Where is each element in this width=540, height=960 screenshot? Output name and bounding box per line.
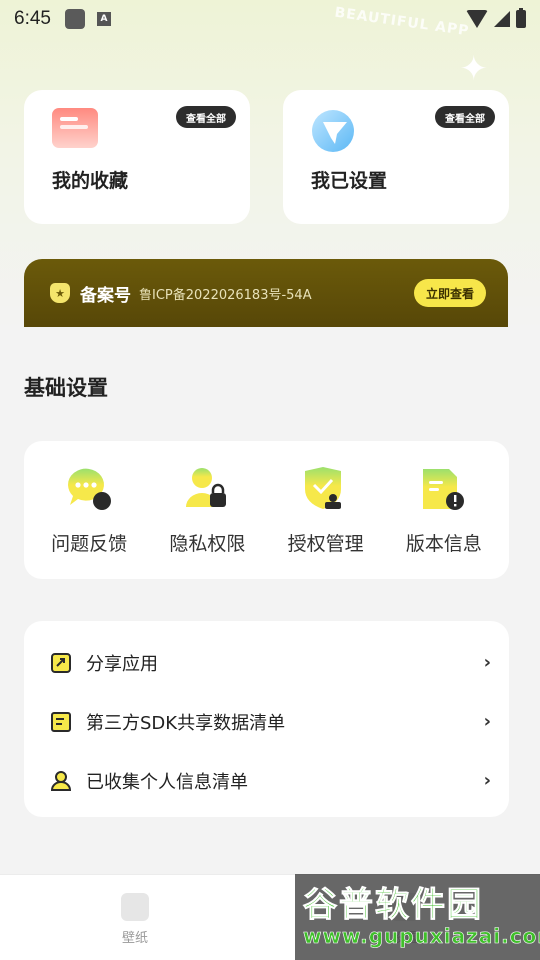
icp-banner[interactable]: ★ 备案号 鲁ICP备2022026183号-54A 立即查看: [24, 259, 508, 327]
feedback-label: 问题反馈: [51, 532, 128, 555]
view-all-settings-button[interactable]: 查看全部: [435, 106, 495, 128]
basic-settings-title: 基础设置: [24, 376, 108, 400]
folder-icon: [52, 108, 102, 154]
status-time: 6:45: [14, 8, 51, 29]
my-favorites-card[interactable]: 我的收藏 查看全部: [24, 90, 250, 224]
list-item-share[interactable]: 分享应用 ›: [24, 633, 509, 692]
list-item-label: 第三方SDK共享数据清单: [86, 712, 286, 734]
site-url: www.gupuxiazai.com: [303, 924, 540, 949]
user-lock-icon: [182, 465, 232, 515]
list-item-personal-info[interactable]: 已收集个人信息清单 ›: [24, 751, 509, 810]
battery-icon: [516, 8, 526, 28]
chat-icon: [64, 465, 114, 515]
privacy-label: 隐私权限: [169, 532, 246, 555]
my-settings-label: 我已设置: [311, 170, 388, 192]
list-doc-icon: [50, 711, 72, 733]
nav-wallpaper-label: 壁纸: [121, 931, 148, 946]
my-favorites-label: 我的收藏: [52, 170, 129, 192]
list-item-label: 分享应用: [86, 653, 158, 675]
list-item-sdk[interactable]: 第三方SDK共享数据清单 ›: [24, 692, 509, 751]
shield-stamp-icon: [301, 465, 351, 515]
signal-icon: [494, 11, 510, 27]
sparkle-icon: ✦: [459, 49, 489, 89]
notification-icon: [64, 9, 85, 29]
document-alert-icon: [419, 465, 469, 515]
view-now-button[interactable]: 立即查看: [413, 279, 486, 307]
version-label: 版本信息: [405, 532, 482, 555]
status-bar: 6:45 A: [0, 0, 540, 38]
settings-list: 分享应用 › 第三方SDK共享数据清单 › 已收集个人信息清单 ›: [24, 621, 509, 817]
version-item[interactable]: 版本信息: [388, 465, 500, 556]
chevron-right-icon: ›: [483, 770, 491, 791]
chevron-right-icon: ›: [483, 652, 491, 673]
privacy-item[interactable]: 隐私权限: [151, 465, 263, 556]
authorization-item[interactable]: 授权管理: [270, 465, 382, 556]
icp-number: 鲁ICP备2022026183号-54A: [139, 287, 312, 303]
keyboard-icon: A: [96, 12, 111, 26]
wifi-icon: [466, 10, 488, 28]
authorization-label: 授权管理: [287, 532, 364, 555]
feedback-item[interactable]: 问题反馈: [33, 465, 145, 556]
icp-title: 备案号: [80, 285, 131, 306]
basic-settings-grid: 问题反馈 隐私权限 授权管理 版本信息: [24, 441, 509, 579]
site-name: 谷普软件园: [303, 885, 483, 925]
image-icon: [121, 893, 149, 921]
person-icon: [50, 770, 72, 792]
view-all-favorites-button[interactable]: 查看全部: [176, 106, 236, 128]
funnel-icon: [311, 108, 361, 154]
shield-star-icon: ★: [50, 283, 70, 303]
nav-wallpaper[interactable]: 壁纸: [0, 875, 270, 960]
share-icon: [50, 652, 72, 674]
my-settings-card[interactable]: 我已设置 查看全部: [283, 90, 509, 224]
chevron-right-icon: ›: [483, 711, 491, 732]
list-item-label: 已收集个人信息清单: [86, 771, 248, 793]
site-watermark-badge: 谷普软件园 www.gupuxiazai.com: [295, 874, 540, 960]
